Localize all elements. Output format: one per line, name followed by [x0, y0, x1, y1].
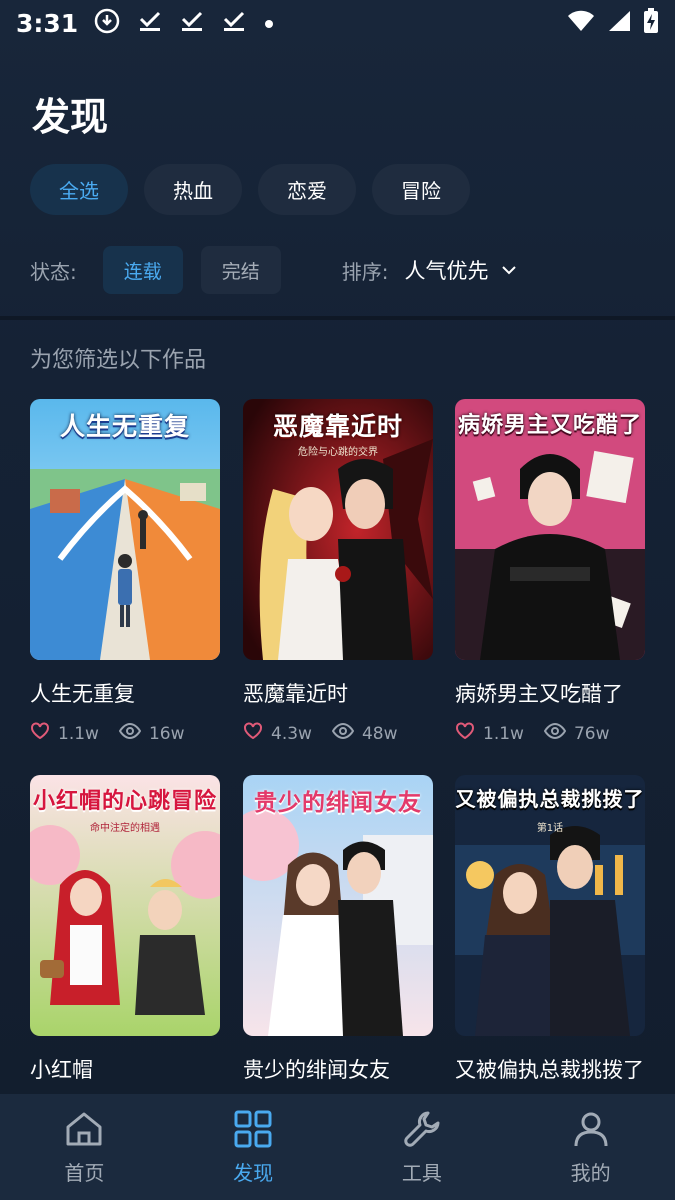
book-title: 又被偏执总裁挑拨了: [455, 1058, 644, 1082]
nav-item-tools[interactable]: 工具: [338, 1094, 507, 1200]
nav-label: 工具: [401, 1160, 442, 1185]
nav-label: 我的: [570, 1160, 611, 1185]
nav-item-profile[interactable]: 我的: [506, 1094, 675, 1200]
book-title: 小红帽: [30, 1058, 93, 1082]
book-cover[interactable]: 又被偏执总裁挑拨了 第1话: [455, 775, 645, 1036]
likes-stat: 4.3w: [243, 722, 312, 745]
cover-subtitle: 第1话: [536, 823, 564, 834]
cover-title: 小红帽的心跳冒险: [32, 788, 217, 814]
bottom-nav: 首页 发现 工具 我的: [0, 1094, 675, 1200]
cover-title: 贵少的绯闻女友: [254, 789, 422, 816]
cover-subtitle: 危险与心跳的交界: [298, 447, 378, 458]
book-title: 恶魔靠近时: [243, 682, 348, 706]
grid-icon: [233, 1109, 273, 1153]
check-icon: [138, 10, 162, 36]
heart-icon: [455, 722, 475, 745]
wrench-icon: [402, 1109, 442, 1153]
discover-screen: 3:31 发现 全选 热血 恋爱 冒险 状态: 连载 完结 排序: 人气优先 为…: [0, 0, 675, 1200]
views-count: 76w: [573, 723, 610, 744]
likes-count: 1.1w: [58, 723, 99, 744]
cover-title: 人生无重复: [59, 412, 190, 441]
divider: [0, 316, 675, 320]
cover-title: 病娇男主又吃醋了: [457, 412, 642, 438]
book-cover[interactable]: 贵少的绯闻女友: [243, 775, 433, 1036]
heart-icon: [30, 722, 50, 745]
eye-icon: [331, 722, 355, 744]
book-cover[interactable]: 病娇男主又吃醋了: [455, 399, 645, 660]
views-stat: 76w: [543, 722, 610, 744]
status-time: 3:31: [16, 8, 79, 38]
likes-stat: 1.1w: [30, 722, 99, 745]
book-card[interactable]: 又被偏执总裁挑拨了 第1话 又被偏执总裁挑拨了: [455, 775, 645, 1084]
sort-value: 人气优先: [404, 259, 489, 283]
book-cover[interactable]: 恶魔靠近时 危险与心跳的交界: [243, 399, 433, 660]
battery-charging-icon: [643, 8, 659, 38]
views-count: 48w: [361, 723, 398, 744]
book-card[interactable]: 小红帽的心跳冒险 命中注定的相遇 小红帽: [30, 775, 220, 1084]
signal-icon: [607, 10, 631, 36]
section-title: 为您筛选以下作品: [30, 348, 207, 373]
sort-label: 排序:: [341, 259, 389, 284]
genre-chip-adventure[interactable]: 冒险: [372, 164, 470, 215]
likes-count: 4.3w: [271, 723, 312, 744]
genre-chip-action[interactable]: 热血: [144, 164, 242, 215]
nav-label: 发现: [233, 1160, 274, 1185]
book-cover[interactable]: 小红帽的心跳冒险 命中注定的相遇: [30, 775, 220, 1036]
nav-item-home[interactable]: 首页: [0, 1094, 169, 1200]
check-icon: [180, 10, 204, 36]
book-title: 贵少的绯闻女友: [243, 1058, 390, 1082]
sort-dropdown[interactable]: 排序: 人气优先: [342, 255, 517, 285]
book-card[interactable]: 病娇男主又吃醋了 病娇男主又吃醋了 1.1w 76w: [455, 399, 645, 745]
status-chip-completed[interactable]: 完结: [200, 246, 281, 294]
download-icon: [94, 8, 120, 38]
eye-icon: [543, 722, 567, 744]
genre-chip-all[interactable]: 全选: [30, 164, 128, 215]
views-stat: 16w: [118, 722, 185, 744]
book-stats: 1.1w 76w: [455, 722, 645, 745]
dot-icon: [264, 14, 274, 33]
book-card[interactable]: 恶魔靠近时 危险与心跳的交界 恶魔靠近时 4.3w 48w: [243, 399, 433, 745]
check-icon: [222, 10, 246, 36]
system-icons: [567, 8, 659, 38]
views-stat: 48w: [331, 722, 398, 744]
cover-subtitle: 命中注定的相遇: [90, 823, 160, 834]
wifi-icon: [567, 10, 595, 36]
user-icon: [571, 1109, 611, 1153]
book-stats: 1.1w 16w: [30, 722, 220, 745]
genre-chip-romance[interactable]: 恋爱: [258, 164, 356, 215]
chevron-down-icon: [501, 261, 517, 280]
book-title: 病娇男主又吃醋了: [455, 682, 623, 706]
book-stats: 4.3w 48w: [243, 722, 433, 745]
eye-icon: [118, 722, 142, 744]
status-label: 状态:: [30, 259, 77, 284]
status-chip-ongoing[interactable]: 连载: [102, 246, 183, 294]
genre-filter: 全选 热血 恋爱 冒险: [30, 164, 470, 215]
views-count: 16w: [148, 723, 185, 744]
likes-count: 1.1w: [483, 723, 524, 744]
nav-item-discover[interactable]: 发现: [169, 1094, 338, 1200]
book-card[interactable]: 人生无重复 人生无重复 1.1w 16w: [30, 399, 220, 745]
cover-title: 又被偏执总裁挑拨了: [455, 787, 645, 811]
book-title: 人生无重复: [30, 682, 135, 706]
likes-stat: 1.1w: [455, 722, 524, 745]
book-card[interactable]: 贵少的绯闻女友 贵少的绯闻女友: [243, 775, 433, 1084]
home-icon: [64, 1109, 104, 1153]
page-title: 发现: [32, 95, 109, 139]
heart-icon: [243, 722, 263, 745]
notification-icons: [94, 8, 274, 38]
book-cover[interactable]: 人生无重复: [30, 399, 220, 660]
cover-title: 恶魔靠近时: [272, 412, 403, 441]
nav-label: 首页: [64, 1160, 105, 1185]
filter-row: 状态: 连载 完结 排序: 人气优先: [30, 246, 650, 294]
status-bar: 3:31: [0, 0, 675, 46]
